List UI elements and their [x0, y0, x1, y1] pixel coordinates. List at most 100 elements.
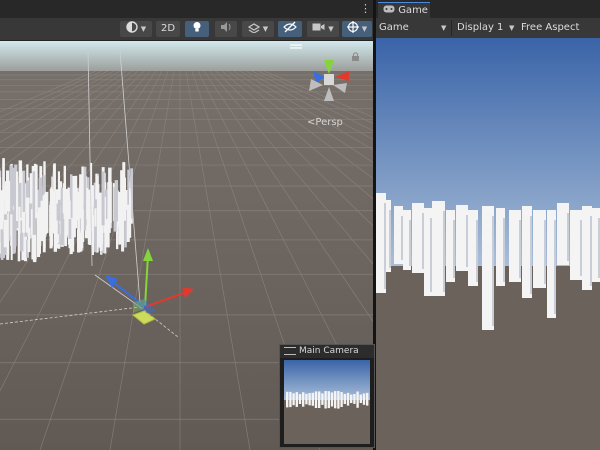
scene-bar	[113, 187, 117, 232]
camera-preview-window[interactable]: Main Camera	[279, 344, 375, 448]
toolbar-separator	[451, 20, 452, 36]
audio-toggle[interactable]	[215, 21, 237, 37]
scene-bar	[94, 208, 97, 227]
scene-bar	[25, 197, 29, 233]
preview-bar	[318, 391, 321, 408]
preview-bar	[359, 394, 362, 403]
aspect-selector-label: Free Aspect	[521, 22, 580, 33]
effects-dropdown[interactable]: ▼	[242, 21, 274, 37]
game-bar-shade	[580, 220, 582, 276]
game-render	[376, 38, 600, 450]
scene-bar	[96, 206, 99, 253]
scene-bar	[73, 218, 76, 238]
scene-visibility-toggle[interactable]	[278, 21, 302, 37]
preview-bar	[308, 393, 311, 406]
scene-bar	[105, 218, 108, 248]
aspect-selector[interactable]: Free Aspect	[521, 18, 599, 38]
2d-label: 2D	[160, 23, 176, 34]
game-bar-shade	[443, 211, 445, 292]
shading-mode-dropdown[interactable]: ▼	[120, 21, 152, 37]
preview-bar	[356, 391, 359, 408]
2d-mode-toggle[interactable]: 2D	[156, 21, 180, 37]
scene-bar	[12, 210, 15, 251]
preview-bar	[324, 391, 327, 409]
scene-bar	[18, 206, 21, 234]
gamepad-icon	[383, 5, 395, 13]
scene-bar	[30, 209, 33, 236]
preview-bar	[305, 393, 308, 405]
scene-bar	[42, 204, 46, 239]
lighting-toggle[interactable]	[185, 21, 209, 37]
preview-bar	[334, 391, 337, 409]
scene-bar	[38, 207, 42, 246]
scene-bar	[31, 235, 34, 260]
chevron-down-icon: ▼	[509, 24, 515, 32]
game-view-selector[interactable]: Game ▼	[379, 18, 451, 38]
preview-bar	[353, 394, 356, 404]
scene-bar	[107, 189, 111, 233]
game-bar-shade	[530, 216, 532, 294]
lightbulb-icon	[193, 22, 201, 32]
camera-preview-render	[284, 360, 370, 444]
vertical-dots-icon[interactable]: ⋮	[360, 1, 371, 17]
game-bar-shade	[590, 216, 592, 286]
game-bar-shade	[492, 216, 494, 326]
camera-preview-title: Main Camera	[299, 346, 359, 356]
scene-bar	[75, 196, 78, 219]
gizmos-dropdown[interactable]: ▼	[342, 21, 372, 37]
scene-bar	[54, 220, 58, 245]
camera-preview-title-bar[interactable]: Main Camera	[280, 345, 374, 358]
preview-bar	[314, 391, 318, 408]
scene-bar	[83, 175, 87, 231]
tab-game[interactable]: Game	[378, 2, 430, 19]
game-bar-shade	[519, 220, 521, 278]
scene-bar	[129, 188, 132, 238]
scene-bar	[77, 229, 81, 253]
preview-bar	[346, 392, 350, 406]
scene-bar	[16, 171, 19, 221]
preview-bar	[295, 392, 298, 407]
scene-bar	[7, 180, 11, 212]
scene-toolbar: ▼ 2D ▼ ▼ ▼	[0, 18, 373, 41]
camera-icon	[312, 23, 325, 31]
preview-bar	[298, 394, 302, 404]
preview-bar	[330, 392, 334, 407]
game-toolbar: Game ▼ Display 1 ▼ Free Aspect	[376, 18, 600, 39]
game-bar-shade	[422, 213, 424, 269]
scene-bar	[0, 190, 4, 230]
preview-bar	[362, 393, 366, 405]
display-selector-label: Display 1	[457, 22, 504, 33]
scene-bar	[58, 199, 61, 222]
game-bar-shade	[430, 218, 432, 292]
preview-bar	[289, 391, 292, 408]
scene-bar	[62, 183, 66, 219]
preview-bar	[302, 392, 305, 407]
game-bar-shade	[401, 216, 403, 260]
display-selector[interactable]: Display 1 ▼	[457, 18, 525, 38]
chevron-down-icon: ▼	[441, 24, 447, 32]
game-view-selector-label: Game	[379, 22, 409, 33]
game-viewport[interactable]	[376, 38, 600, 450]
game-bar-shade	[567, 213, 569, 261]
scene-bar	[64, 215, 67, 245]
preview-bar	[350, 394, 353, 403]
scene-bar	[121, 176, 124, 220]
scene-bar	[92, 215, 94, 255]
game-bar-shade	[466, 215, 468, 267]
projection-toggle[interactable]: <Persp	[307, 117, 343, 128]
camera-settings-dropdown[interactable]: ▼	[307, 21, 339, 37]
scene-bar	[22, 211, 26, 233]
drag-handle-icon[interactable]	[284, 346, 296, 355]
game-bar-shade	[453, 220, 455, 278]
camera-preview-view	[284, 360, 370, 444]
game-bar-shade	[476, 220, 478, 282]
scene-bar	[35, 164, 38, 219]
effects-icon	[247, 23, 260, 34]
preview-bar	[340, 392, 343, 407]
shading-mode-icon	[126, 21, 138, 33]
scene-bar	[49, 205, 53, 237]
game-bar-shade	[409, 220, 411, 266]
preview-bar	[366, 392, 369, 406]
scene-bar	[101, 171, 105, 226]
gizmos-icon	[346, 21, 359, 33]
